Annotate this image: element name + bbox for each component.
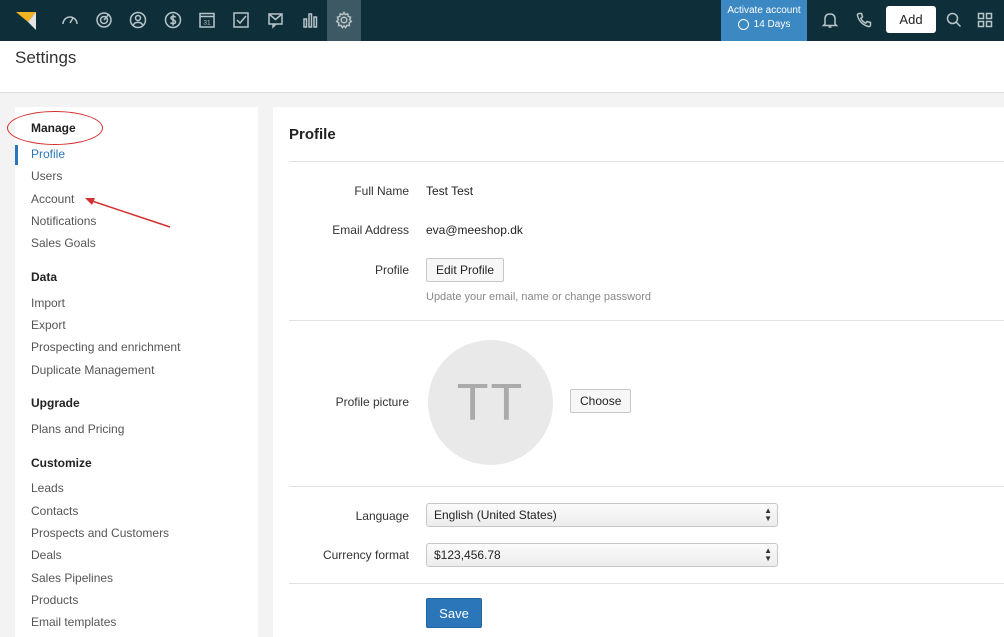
divider: [289, 486, 1004, 487]
phone-icon[interactable]: [853, 9, 875, 31]
sidebar-item-export[interactable]: Export: [31, 318, 66, 332]
divider: [289, 161, 1004, 162]
currency-label: Currency format: [322, 548, 409, 562]
brand-logo[interactable]: [14, 8, 38, 32]
full-name-value: Test Test: [426, 184, 474, 198]
choose-picture-button[interactable]: Choose: [570, 389, 632, 413]
activate-account-label: Activate account: [727, 5, 801, 16]
trial-days-label: 14 Days: [753, 19, 791, 30]
save-button[interactable]: Save: [426, 598, 482, 628]
sidebar-item-email-templates[interactable]: Email templates: [31, 615, 116, 629]
sidebar-item-products[interactable]: Products: [31, 593, 78, 607]
sidebar-item-leads[interactable]: Leads: [31, 481, 64, 495]
section-title-manage: Manage: [31, 121, 76, 135]
section-title-data: Data: [31, 270, 58, 284]
profile-title: Profile: [289, 126, 336, 143]
sidebar-item-sales-goals[interactable]: Sales Goals: [31, 236, 96, 250]
top-navigation-bar: 31 Activate account 14 Days Add: [0, 0, 1004, 41]
sidebar-item-sales-pipelines[interactable]: Sales Pipelines: [31, 571, 113, 585]
profile-panel: Profile Full Name Test Test Email Addres…: [273, 107, 1004, 637]
checkbox-icon[interactable]: [229, 8, 253, 32]
full-name-label: Full Name: [354, 184, 409, 198]
email-label: Email Address: [332, 223, 409, 237]
profile-picture-label: Profile picture: [335, 395, 409, 409]
edit-profile-button[interactable]: Edit Profile: [426, 258, 505, 282]
divider: [289, 583, 1004, 584]
settings-header: Settings: [0, 41, 1004, 93]
messages-icon[interactable]: [264, 8, 288, 32]
target-icon[interactable]: [92, 8, 116, 32]
dollar-icon[interactable]: [161, 8, 185, 32]
edit-profile-hint: Update your email, name or change passwo…: [426, 291, 652, 303]
sidebar-item-profile[interactable]: Profile: [31, 147, 65, 161]
add-button[interactable]: Add: [886, 6, 936, 33]
section-title-upgrade: Upgrade: [31, 396, 80, 410]
email-value: eva@meeshop.dk: [426, 223, 523, 237]
clock-icon: [737, 19, 749, 30]
sidebar-item-duplicate-management[interactable]: Duplicate Management: [31, 363, 154, 377]
active-item-indicator: [15, 145, 18, 165]
bell-icon[interactable]: [819, 9, 841, 31]
language-label: Language: [355, 509, 409, 523]
page-title: Settings: [15, 48, 77, 67]
gear-icon[interactable]: [332, 8, 356, 32]
contacts-icon[interactable]: [126, 8, 150, 32]
avatar: TT: [428, 340, 553, 465]
profile-label: Profile: [374, 263, 409, 277]
select-arrows-icon: ▲ ▼: [764, 506, 772, 523]
currency-select-value: $123,456.78: [434, 548, 501, 562]
sidebar-item-deals[interactable]: Deals: [31, 548, 62, 562]
search-icon[interactable]: [943, 9, 965, 31]
currency-select[interactable]: $123,456.78 ▲ ▼: [426, 543, 778, 567]
sidebar-item-import[interactable]: Import: [31, 296, 65, 310]
bar-chart-icon[interactable]: [298, 8, 322, 32]
language-select-value: English (United States): [434, 508, 557, 522]
language-select[interactable]: English (United States) ▲ ▼: [426, 503, 778, 527]
sidebar-item-prospecting[interactable]: Prospecting and enrichment: [31, 340, 180, 354]
settings-sidebar: Manage Profile Users Account Notificatio…: [7, 107, 258, 637]
sidebar-item-plans-pricing[interactable]: Plans and Pricing: [31, 422, 124, 436]
calendar-day-text: 31: [203, 20, 211, 27]
activate-account-button[interactable]: Activate account 14 Days: [721, 0, 807, 41]
sidebar-item-prospects-customers[interactable]: Prospects and Customers: [31, 526, 169, 540]
sidebar-item-account[interactable]: Account: [31, 192, 74, 206]
sidebar-item-contacts[interactable]: Contacts: [31, 504, 78, 518]
select-arrows-icon: ▲ ▼: [764, 546, 772, 563]
divider: [289, 320, 1004, 321]
section-title-customize: Customize: [31, 456, 92, 470]
apps-grid-icon[interactable]: [974, 9, 996, 31]
sidebar-item-users[interactable]: Users: [31, 169, 62, 183]
calendar-icon[interactable]: 31: [195, 8, 219, 32]
speedometer-icon[interactable]: [58, 8, 82, 32]
annotation-arrow: [85, 198, 171, 228]
